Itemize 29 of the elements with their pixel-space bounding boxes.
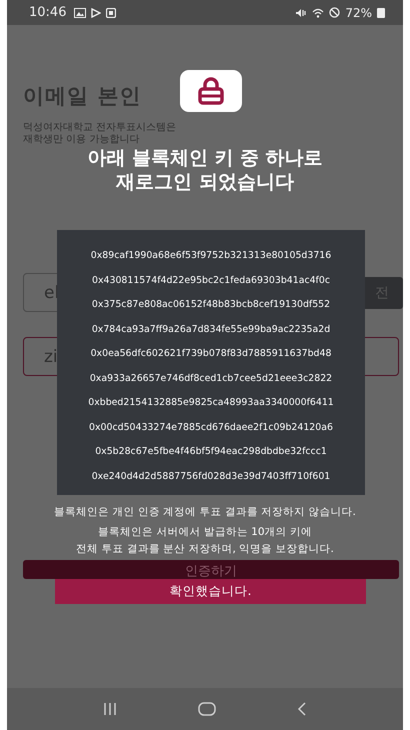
submit-button[interactable]: 인증하기 — [23, 560, 399, 579]
subtitle-text: 재학생만 이용 가능합니다 — [23, 134, 140, 146]
play-icon — [91, 8, 102, 18]
dialog-title: 재로그인 되었습니다 — [114, 170, 295, 194]
recent-apps-icon[interactable] — [102, 703, 117, 715]
wifi-icon — [312, 8, 324, 18]
subtitle-text: 덕성여자대학교 전자투표시스템은 — [23, 122, 178, 134]
dialog-title: 아래 블록체인 키 중 하나로 — [86, 146, 324, 170]
blockchain-key: 0x784ca93a7ff9a26a7d834fe55e99ba9ac2235a2d — [57, 318, 365, 342]
battery-percent: 72% — [345, 6, 372, 20]
blockchain-key: 0xe240d4d2d5887756fd028d3e39d7403ff710f601 — [57, 464, 365, 489]
blockchain-key: 0x0ea56dfc602621f739b078f83d7885911637bd48 — [57, 342, 365, 366]
do-not-disturb-icon — [329, 7, 340, 18]
back-icon[interactable] — [297, 702, 308, 716]
blockchain-key: 0xa933a26657e746df8ced1cb7cee5d21eee3c2822 — [57, 366, 365, 391]
status-time: 10:46 — [29, 5, 66, 20]
battery-icon — [377, 7, 385, 18]
blockchain-key: 0x5b28c67e5fbe4f46bf5f94eac298dbdbe32fccc1 — [57, 440, 365, 464]
blockchain-key: 0x89caf1990a68e6f53f9752b321313e80105d3716 — [57, 244, 365, 268]
notice-text: 전체 투표 결과를 분산 저장하며, 익명을 보장합니다. — [75, 542, 335, 557]
home-icon[interactable] — [198, 702, 216, 716]
square-icon — [106, 8, 116, 18]
lock-icon — [180, 70, 242, 112]
blockchain-key: 0xbbed2154132885e9825ca48993aa3340000f6411 — [57, 391, 365, 416]
image-icon — [74, 8, 86, 18]
confirm-button[interactable]: 확인했습니다. — [55, 579, 366, 604]
notice-text: 블록체인은 개인 인증 계정에 투표 결과를 저장하지 않습니다. — [53, 505, 357, 520]
blockchain-key: 0x00cd50433274e7885cd676daee2f1c09b24120a6 — [57, 416, 365, 440]
notice-text: 블록체인은 서버에서 발급하는 10개의 키에 — [97, 525, 313, 540]
